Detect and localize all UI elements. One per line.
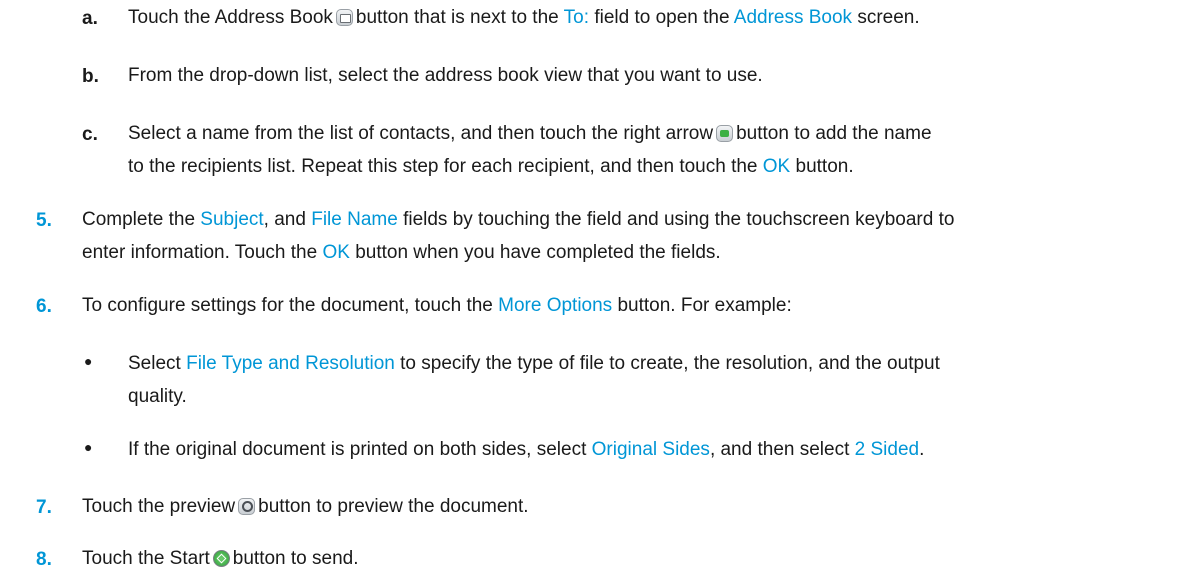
substep-marker: c. [82, 124, 98, 145]
two-sided-link[interactable]: 2 Sided [855, 439, 919, 460]
file-name-link[interactable]: File Name [311, 209, 398, 230]
bullet-icon: ● [84, 439, 93, 455]
substep-text: From the drop-down list, select the addr… [128, 65, 763, 86]
step-text: Touch the Start button to send. [82, 548, 359, 569]
bullet-text-line1: Select File Type and Resolution to speci… [128, 353, 940, 374]
subject-link[interactable]: Subject [200, 209, 263, 230]
step-text: Touch the preview button to preview the d… [82, 496, 529, 517]
bullet-icon: ● [84, 353, 93, 369]
step-number: 6. [36, 296, 52, 317]
address-book-icon [335, 9, 353, 26]
original-sides-link[interactable]: Original Sides [592, 439, 710, 460]
start-icon [212, 550, 230, 567]
file-type-resolution-link[interactable]: File Type and Resolution [186, 353, 395, 374]
step-text-line1: Complete the Subject, and File Name fiel… [82, 209, 955, 230]
to-field-link[interactable]: To: [564, 7, 589, 28]
step-text-line2: enter information. Touch the OK button w… [82, 242, 721, 263]
bullet-text: If the original document is printed on b… [128, 439, 925, 460]
step-number: 8. [36, 549, 52, 570]
step-number: 7. [36, 497, 52, 518]
ok-link[interactable]: OK [763, 156, 790, 177]
step-text: To configure settings for the document, … [82, 295, 792, 316]
substep-marker: a. [82, 8, 98, 29]
substep-text-line2: to the recipients list. Repeat this step… [128, 156, 854, 177]
right-arrow-icon [716, 125, 734, 142]
preview-icon [238, 498, 256, 515]
more-options-link[interactable]: More Options [498, 295, 612, 316]
bullet-text-line2: quality. [128, 386, 187, 407]
substep-marker: b. [82, 66, 99, 87]
ok-link[interactable]: OK [322, 242, 349, 263]
substep-text: Touch the Address Book button that is nex… [128, 7, 920, 28]
step-number: 5. [36, 210, 52, 231]
address-book-link[interactable]: Address Book [734, 7, 852, 28]
substep-text-line1: Select a name from the list of contacts,… [128, 123, 932, 144]
